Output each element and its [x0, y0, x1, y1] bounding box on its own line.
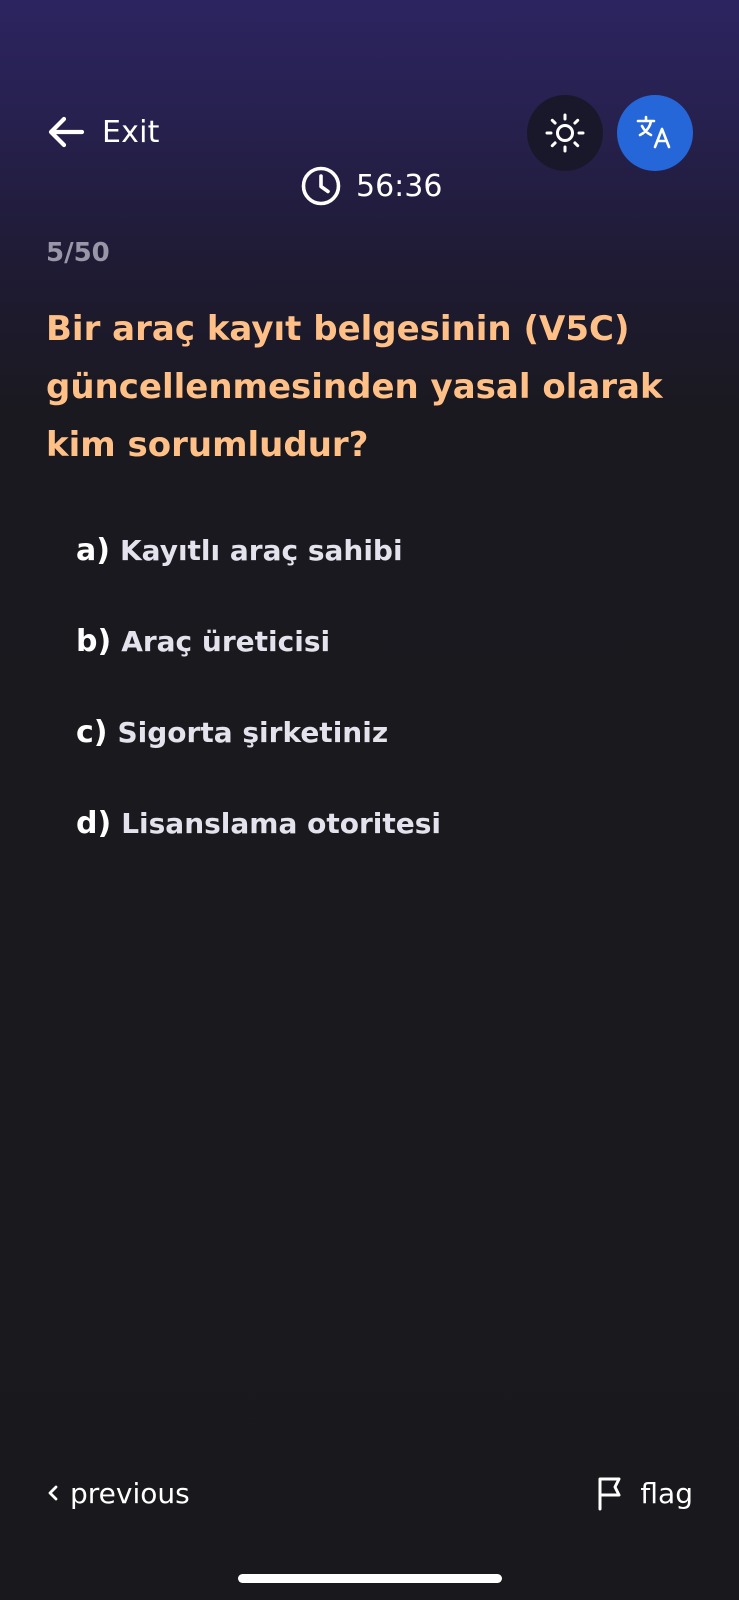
- answer-option-c[interactable]: c) Sigorta şirketiniz: [76, 706, 696, 758]
- answer-list: a) Kayıtlı araç sahibi b) Araç üreticisi…: [76, 524, 696, 888]
- theme-toggle-button[interactable]: [527, 95, 603, 171]
- answer-text: Kayıtlı araç sahibi: [119, 533, 403, 567]
- answer-letter: a): [76, 532, 110, 568]
- flag-label: flag: [640, 1476, 693, 1510]
- flag-button[interactable]: flag: [596, 1472, 693, 1514]
- timer-text: 56:36: [356, 168, 443, 204]
- previous-button[interactable]: previous: [46, 1473, 190, 1513]
- answer-text: Lisanslama otoritesi: [121, 806, 441, 840]
- answer-option-b[interactable]: b) Araç üreticisi: [76, 615, 696, 667]
- flag-icon: [596, 1475, 628, 1511]
- answer-text: Sigorta şirketiniz: [117, 715, 389, 749]
- translate-icon: [633, 111, 677, 155]
- answer-letter: c): [76, 714, 108, 750]
- answer-option-d[interactable]: d) Lisanslama otoritesi: [76, 797, 696, 849]
- home-indicator[interactable]: [238, 1574, 502, 1583]
- answer-text: Araç üreticisi: [121, 624, 331, 658]
- chevron-left-icon: [46, 1483, 60, 1503]
- timer: 56:36: [300, 165, 442, 207]
- answer-letter: d): [76, 805, 112, 841]
- sun-icon: [543, 111, 587, 155]
- answer-option-a[interactable]: a) Kayıtlı araç sahibi: [76, 524, 696, 576]
- previous-label: previous: [70, 1476, 190, 1510]
- exit-label: Exit: [102, 114, 160, 150]
- question-text: Bir araç kayıt belgesinin (V5C) güncelle…: [46, 309, 663, 465]
- answer-letter: b): [76, 623, 112, 659]
- arrow-left-icon: [44, 110, 88, 154]
- translate-button[interactable]: [617, 95, 693, 171]
- question-counter: 5/50: [46, 238, 110, 268]
- exit-button[interactable]: Exit: [44, 110, 160, 154]
- clock-icon: [300, 165, 342, 207]
